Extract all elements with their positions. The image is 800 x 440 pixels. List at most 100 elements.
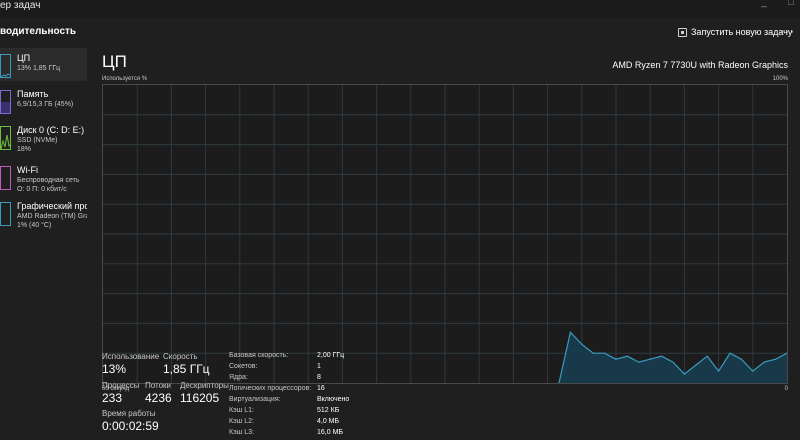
cpu-thumbnail — [0, 54, 11, 78]
cpu-usage-point — [569, 331, 571, 333]
spec-key: Логических процессоров: — [229, 385, 312, 392]
run-task-icon — [678, 27, 687, 37]
cpu-usage-point — [581, 343, 583, 345]
page-title: ЦП — [102, 52, 127, 71]
wifi-thumbnail — [0, 166, 11, 190]
spec-key: Кэш L2: — [229, 418, 254, 425]
cpu-usage-point — [604, 352, 606, 354]
toolbar: водительность Запустить новую задачу ··· — [0, 18, 800, 46]
spec-value: Включено — [317, 396, 350, 403]
cpu-usage-point — [672, 361, 674, 363]
cpu-usage-point — [592, 352, 594, 354]
memory-thumbnail — [0, 90, 11, 114]
spec-row: Виртуализация: Включено — [229, 396, 409, 407]
sidebar-item-detail: 18% — [17, 146, 32, 153]
gpu-thumbnail — [0, 202, 11, 226]
threads-value: 4236 — [145, 391, 172, 405]
spec-row: Кэш L3: 16,0 МБ — [229, 429, 409, 440]
cpu-usage-graph — [102, 84, 788, 384]
sidebar-item-label: Диск 0 (C: D: E:) — [17, 125, 85, 135]
spec-row: Кэш L2: 4,0 МБ — [229, 418, 409, 429]
run-new-task-button[interactable]: Запустить новую задачу — [678, 24, 792, 40]
spec-key: Виртуализация: — [229, 396, 281, 403]
spec-key: Ядра: — [229, 374, 248, 381]
sidebar-item-gpu[interactable]: Графический про AMD Radeon (TM) Grap 1% … — [0, 196, 87, 236]
stat-speed: Скорость 1,85 ГГц — [163, 352, 210, 376]
handles-value: 116205 — [180, 391, 220, 405]
usage-label: Использование — [102, 352, 160, 361]
cpu-usage-point — [706, 355, 708, 357]
cpu-usage-point — [683, 373, 686, 375]
uptime-label: Время работы — [102, 409, 156, 418]
spec-row: Сокетов: 1 — [229, 363, 409, 374]
cpu-usage-point — [638, 361, 640, 363]
sidebar-item-label: Память — [17, 89, 49, 99]
stat-handles: Дескрипторы 116205 — [180, 381, 229, 405]
spec-key: Базовая скорость: — [229, 352, 289, 359]
uptime-value: 0:00:02:59 — [102, 419, 159, 433]
run-new-task-label: Запустить новую задачу — [691, 27, 793, 37]
title-bar: ер задач _ □ — [0, 0, 800, 18]
cpu-panel: ЦП AMD Ryzen 7 7730U with Radeon Graphic… — [88, 48, 800, 436]
stat-usage: Использование 13% — [102, 352, 159, 376]
section-title: водительность — [0, 26, 77, 37]
graph-utilization-label: Используется % — [102, 76, 148, 82]
disk-thumbnail — [0, 126, 11, 150]
speed-value: 1,85 ГГц — [163, 362, 210, 376]
graph-min-label: 0 — [784, 386, 788, 392]
speed-label: Скорость — [163, 352, 198, 361]
sidebar-item-detail: О: 0 П: 0 кбит/с — [17, 186, 67, 193]
window-title: ер задач — [0, 0, 41, 11]
minimize-icon[interactable]: _ — [757, 0, 771, 8]
spec-value: 16 — [317, 385, 325, 392]
sidebar-item-detail: 6,9/15,3 ГБ (45%) — [17, 101, 74, 108]
maximize-icon[interactable]: □ — [784, 0, 798, 8]
cpu-usage-point — [695, 364, 697, 366]
cpu-usage-point — [661, 355, 663, 357]
stat-uptime: Время работы 0:00:02:59 — [102, 409, 159, 433]
cpu-usage-point — [740, 358, 743, 360]
sidebar-item-detail: AMD Radeon (TM) Grap — [17, 213, 87, 220]
cpu-usage-point — [729, 352, 731, 354]
sidebar-item-memory[interactable]: Память 6,9/15,3 ГБ (45%) — [0, 84, 87, 117]
sidebar-item-label: Графический про — [17, 201, 87, 211]
spec-row: Базовая скорость: 2,00 ГГц — [229, 352, 409, 363]
spec-value: 8 — [317, 374, 321, 381]
stat-processes: Процессы 233 — [102, 381, 139, 405]
threads-label: Потоки — [145, 381, 172, 390]
spec-value: 512 КБ — [317, 407, 340, 414]
more-options-button[interactable]: ··· — [780, 24, 795, 38]
cpu-usage-point — [763, 361, 765, 363]
spec-row: Кэш L1: 512 КБ — [229, 407, 409, 418]
sidebar-item-wifi[interactable]: Wi-Fi Беспроводная сеть О: 0 П: 0 кбит/с — [0, 160, 87, 200]
sidebar-item-detail: SSD (NVMe) — [17, 137, 58, 144]
cpu-usage-point — [626, 355, 629, 357]
cpu-model-name: AMD Ryzen 7 7730U with Radeon Graphics — [612, 60, 788, 70]
spec-value: 4,0 МБ — [317, 418, 340, 425]
cpu-usage-point — [752, 370, 754, 372]
usage-value: 13% — [102, 362, 127, 376]
graph-max-label: 100% — [772, 76, 788, 82]
cpu-usage-point — [718, 370, 720, 372]
cpu-usage-point — [615, 358, 617, 360]
sidebar-item-detail: Беспроводная сеть — [17, 177, 80, 184]
sidebar-item-cpu[interactable]: ЦП 13% 1,85 ГГц — [0, 48, 87, 81]
sidebar: ЦП 13% 1,85 ГГц Память 6,9/15,3 ГБ (45%)… — [0, 48, 88, 433]
sidebar-item-label: ЦП — [17, 53, 31, 63]
cpu-usage-chart — [103, 85, 787, 383]
stat-threads: Потоки 4236 — [145, 381, 172, 405]
spec-key: Кэш L1: — [229, 407, 254, 414]
spec-row: Ядра: 8 — [229, 374, 409, 385]
sidebar-item-label: Wi-Fi — [17, 165, 38, 175]
cpu-usage-point — [775, 358, 777, 360]
spec-key: Сокетов: — [229, 363, 258, 370]
processes-label: Процессы — [102, 381, 140, 390]
sidebar-item-disk[interactable]: Диск 0 (C: D: E:) SSD (NVMe) 18% — [0, 120, 87, 160]
processes-value: 233 — [102, 391, 123, 405]
spec-value: 2,00 ГГц — [317, 352, 345, 359]
cpu-usage-point — [649, 358, 651, 360]
spec-value: 1 — [317, 363, 321, 370]
sidebar-item-detail: 13% 1,85 ГГц — [17, 65, 61, 72]
handles-label: Дескрипторы — [180, 381, 229, 390]
spec-row: Логических процессоров: 16 — [229, 385, 409, 396]
